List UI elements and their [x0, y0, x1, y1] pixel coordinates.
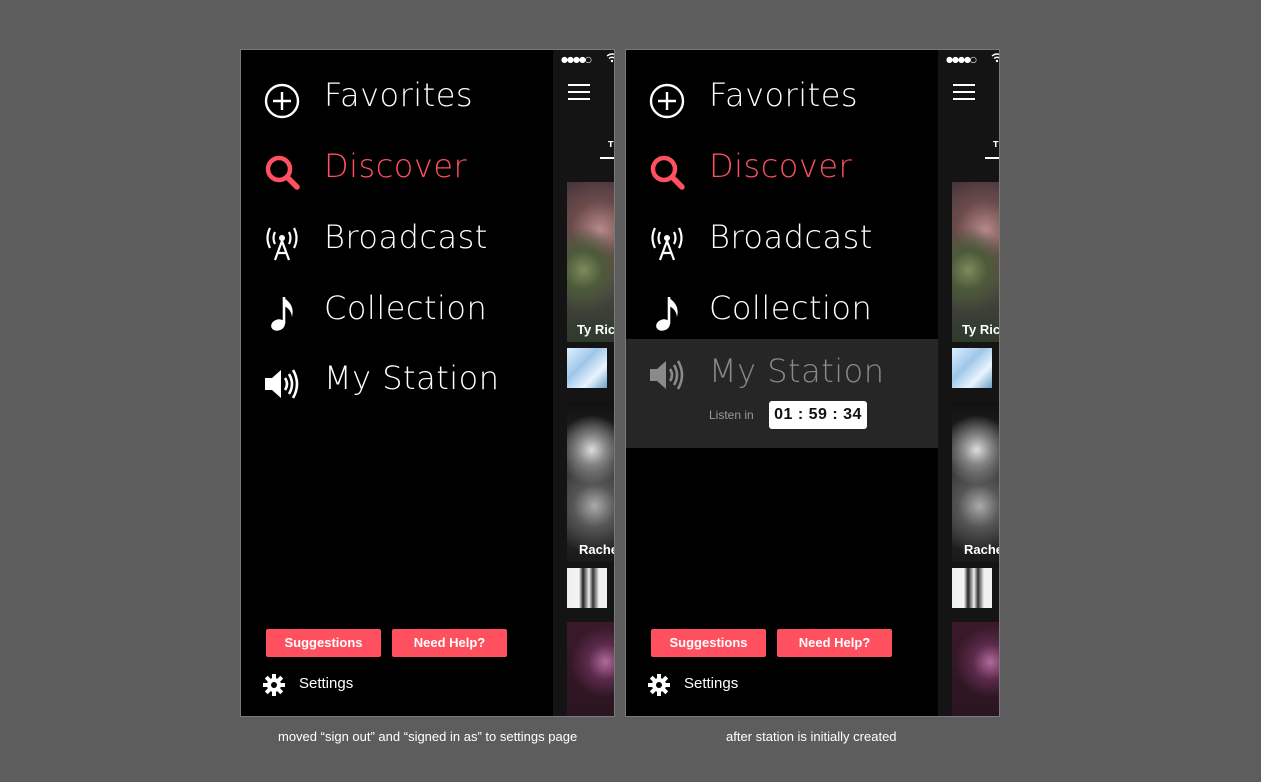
artist-name: Rache: [579, 542, 615, 557]
settings-link[interactable]: Settings: [263, 674, 463, 698]
menu-item-collection[interactable]: Collection: [626, 283, 938, 343]
search-icon: [650, 155, 685, 190]
menu-label: My Station: [324, 359, 500, 397]
album-art-card[interactable]: [567, 182, 614, 342]
gear-icon: [648, 674, 670, 696]
need-help-button[interactable]: Need Help?: [392, 629, 507, 657]
artist-name: Rache: [964, 542, 1000, 557]
menu-label: Favorites: [324, 76, 474, 114]
menu-label: Favorites: [709, 76, 859, 114]
gear-icon: [263, 674, 285, 696]
settings-label: Settings: [299, 675, 354, 692]
album-thumbnail[interactable]: [567, 348, 607, 388]
tab-underline: [600, 157, 614, 159]
menu-item-broadcast[interactable]: Broadcast: [626, 212, 938, 272]
menu-item-collection[interactable]: Collection: [241, 283, 553, 343]
navigation-drawer: Favorites Discover Broadcast Collection …: [626, 50, 938, 716]
artist-name: Ty Rich: [577, 322, 615, 337]
signal-strength-icon: ●●●●○: [946, 55, 977, 64]
music-note-icon: [656, 297, 678, 331]
album-art-card[interactable]: [952, 182, 999, 342]
album-thumbnail[interactable]: [952, 348, 992, 388]
menu-item-discover[interactable]: Discover: [241, 141, 553, 201]
menu-label: Discover: [324, 147, 468, 185]
listen-in-label: Listen in: [709, 408, 754, 422]
menu-item-my-station[interactable]: My Station: [241, 353, 553, 413]
hamburger-icon[interactable]: [568, 84, 590, 100]
settings-link[interactable]: Settings: [648, 674, 848, 698]
album-art-card[interactable]: [567, 622, 614, 716]
plus-circle-icon: [264, 83, 300, 119]
album-art-card[interactable]: [567, 402, 614, 562]
suggestions-button[interactable]: Suggestions: [651, 629, 766, 657]
tab-underline: [985, 157, 999, 159]
hamburger-icon[interactable]: [953, 84, 975, 100]
menu-item-favorites[interactable]: Favorites: [241, 70, 553, 130]
signal-strength-icon: ●●●●○: [561, 55, 592, 64]
menu-item-favorites[interactable]: Favorites: [626, 70, 938, 130]
app-content-peek[interactable]: ●●●●○ T Ty Rich Rache: [938, 50, 1000, 716]
search-icon: [265, 155, 300, 190]
album-art-card[interactable]: [952, 622, 999, 716]
screen-caption: moved “sign out” and “signed in as” to s…: [278, 729, 578, 744]
wifi-icon: [991, 53, 999, 63]
menu-label: My Station: [709, 352, 885, 390]
menu-label: Collection: [324, 289, 488, 327]
wifi-icon: [606, 53, 614, 63]
tab-label-fragment[interactable]: T: [993, 140, 998, 149]
need-help-button[interactable]: Need Help?: [777, 629, 892, 657]
album-thumbnail[interactable]: [567, 568, 607, 608]
screen-caption: after station is initially created: [726, 729, 897, 744]
suggestions-button[interactable]: Suggestions: [266, 629, 381, 657]
music-note-icon: [271, 297, 293, 331]
artist-name: Ty Rich: [962, 322, 1000, 337]
plus-circle-icon: [649, 83, 685, 119]
menu-item-my-station[interactable]: My Station Listen in 01 : 59 : 34: [626, 339, 938, 448]
menu-label: Discover: [709, 147, 853, 185]
speaker-icon: [650, 360, 684, 390]
tab-label-fragment[interactable]: T: [608, 140, 613, 149]
album-art-card[interactable]: [952, 402, 999, 562]
navigation-drawer: Favorites Discover Broadcast Collection …: [241, 50, 553, 716]
countdown-timer: 01 : 59 : 34: [769, 401, 867, 429]
speaker-icon: [265, 369, 299, 399]
antenna-icon: [266, 227, 298, 261]
phone-screen-after: ●●●●○ T Ty Rich Rache Favorites: [625, 49, 1000, 717]
antenna-icon: [651, 227, 683, 261]
menu-item-discover[interactable]: Discover: [626, 141, 938, 201]
menu-label: Collection: [709, 289, 873, 327]
phone-screen-before: ●●●●○ T Ty Rich Rache Favorites: [240, 49, 615, 717]
settings-label: Settings: [684, 675, 739, 692]
app-content-peek[interactable]: ●●●●○ T Ty Rich Rache: [553, 50, 615, 716]
menu-label: Broadcast: [709, 218, 873, 256]
album-thumbnail[interactable]: [952, 568, 992, 608]
menu-label: Broadcast: [324, 218, 488, 256]
menu-item-broadcast[interactable]: Broadcast: [241, 212, 553, 272]
